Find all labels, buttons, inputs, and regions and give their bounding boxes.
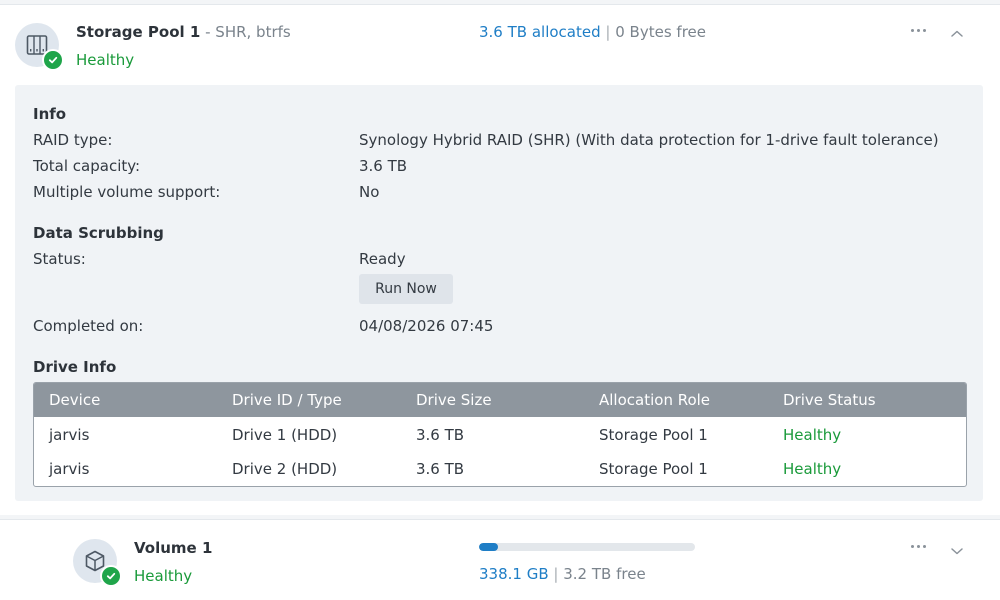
raid-type-value: Synology Hybrid RAID (SHR) (With data pr… [359,131,939,149]
data-scrubbing-title: Data Scrubbing [33,224,164,242]
cell-drive-size: 3.6 TB [416,426,465,444]
table-row[interactable]: jarvis Drive 1 (HDD) 3.6 TB Storage Pool… [34,418,966,452]
volume-title: Volume 1 [134,539,213,557]
cell-drive-id: Drive 2 (HDD) [232,460,338,478]
column-allocation-role[interactable]: Allocation Role [599,391,710,409]
total-capacity-value: 3.6 TB [359,157,408,175]
cell-drive-status: Healthy [783,426,842,444]
multi-volume-label: Multiple volume support: [33,183,221,201]
volume-card[interactable]: Volume 1 Healthy 338.1 GB | 3.2 TB free [0,519,1000,600]
volume-free: 3.2 TB free [563,565,646,583]
storage-pool-header[interactable]: Storage Pool 1 - SHR, btrfs Healthy 3.6 … [0,5,1000,85]
volume-usage-fill [479,543,499,551]
storage-pool-title-line: Storage Pool 1 - SHR, btrfs [76,23,291,41]
healthy-check-icon [42,49,64,71]
more-options-icon[interactable] [911,29,926,32]
volume-separator: | [553,565,559,583]
healthy-check-icon [100,565,122,587]
table-row[interactable]: jarvis Drive 2 (HDD) 3.6 TB Storage Pool… [34,452,966,486]
drive-info-title: Drive Info [33,358,117,376]
chevron-down-icon[interactable] [950,541,964,560]
info-section-title: Info [33,105,67,123]
volume-status: Healthy [134,567,193,585]
storage-pool-details: Info RAID type: Synology Hybrid RAID (SH… [15,85,983,501]
cell-allocation-role: Storage Pool 1 [599,460,708,478]
storage-pool-icon-wrap [15,23,64,71]
volume-icon-wrap [73,539,122,587]
volume-used: 338.1 GB [479,565,549,583]
run-now-button[interactable]: Run Now [359,274,453,304]
cell-drive-status: Healthy [783,460,842,478]
column-drive-status[interactable]: Drive Status [783,391,876,409]
table-header: Device Drive ID / Type Drive Size Alloca… [34,383,966,417]
drive-info-table: Device Drive ID / Type Drive Size Alloca… [33,382,967,487]
cell-device: jarvis [49,460,90,478]
column-device[interactable]: Device [49,391,100,409]
cell-allocation-role: Storage Pool 1 [599,426,708,444]
cell-device: jarvis [49,426,90,444]
allocated-amount: 3.6 TB allocated [479,23,601,41]
storage-pool-subtitle: - SHR, btrfs [200,23,291,41]
volume-usage-bar [479,543,695,551]
scrub-status-label: Status: [33,250,86,268]
more-options-icon[interactable] [911,545,926,548]
raid-type-label: RAID type: [33,131,113,149]
scrub-status-value: Ready [359,250,406,268]
chevron-up-icon[interactable] [950,24,964,43]
completed-on-label: Completed on: [33,317,144,335]
cell-drive-id: Drive 1 (HDD) [232,426,338,444]
storage-pool-allocation: 3.6 TB allocated | 0 Bytes free [479,23,706,41]
column-drive-size[interactable]: Drive Size [416,391,492,409]
storage-pool-card: Storage Pool 1 - SHR, btrfs Healthy 3.6 … [0,4,1000,515]
allocation-separator: | [605,23,611,41]
storage-pool-status: Healthy [76,51,135,69]
cell-drive-size: 3.6 TB [416,460,465,478]
free-amount: 0 Bytes free [615,23,706,41]
storage-pool-title: Storage Pool 1 [76,23,201,41]
multi-volume-value: No [359,183,380,201]
total-capacity-label: Total capacity: [33,157,141,175]
column-drive-id[interactable]: Drive ID / Type [232,391,342,409]
volume-usage-text: 338.1 GB | 3.2 TB free [479,565,646,583]
completed-on-value: 04/08/2026 07:45 [359,317,494,335]
